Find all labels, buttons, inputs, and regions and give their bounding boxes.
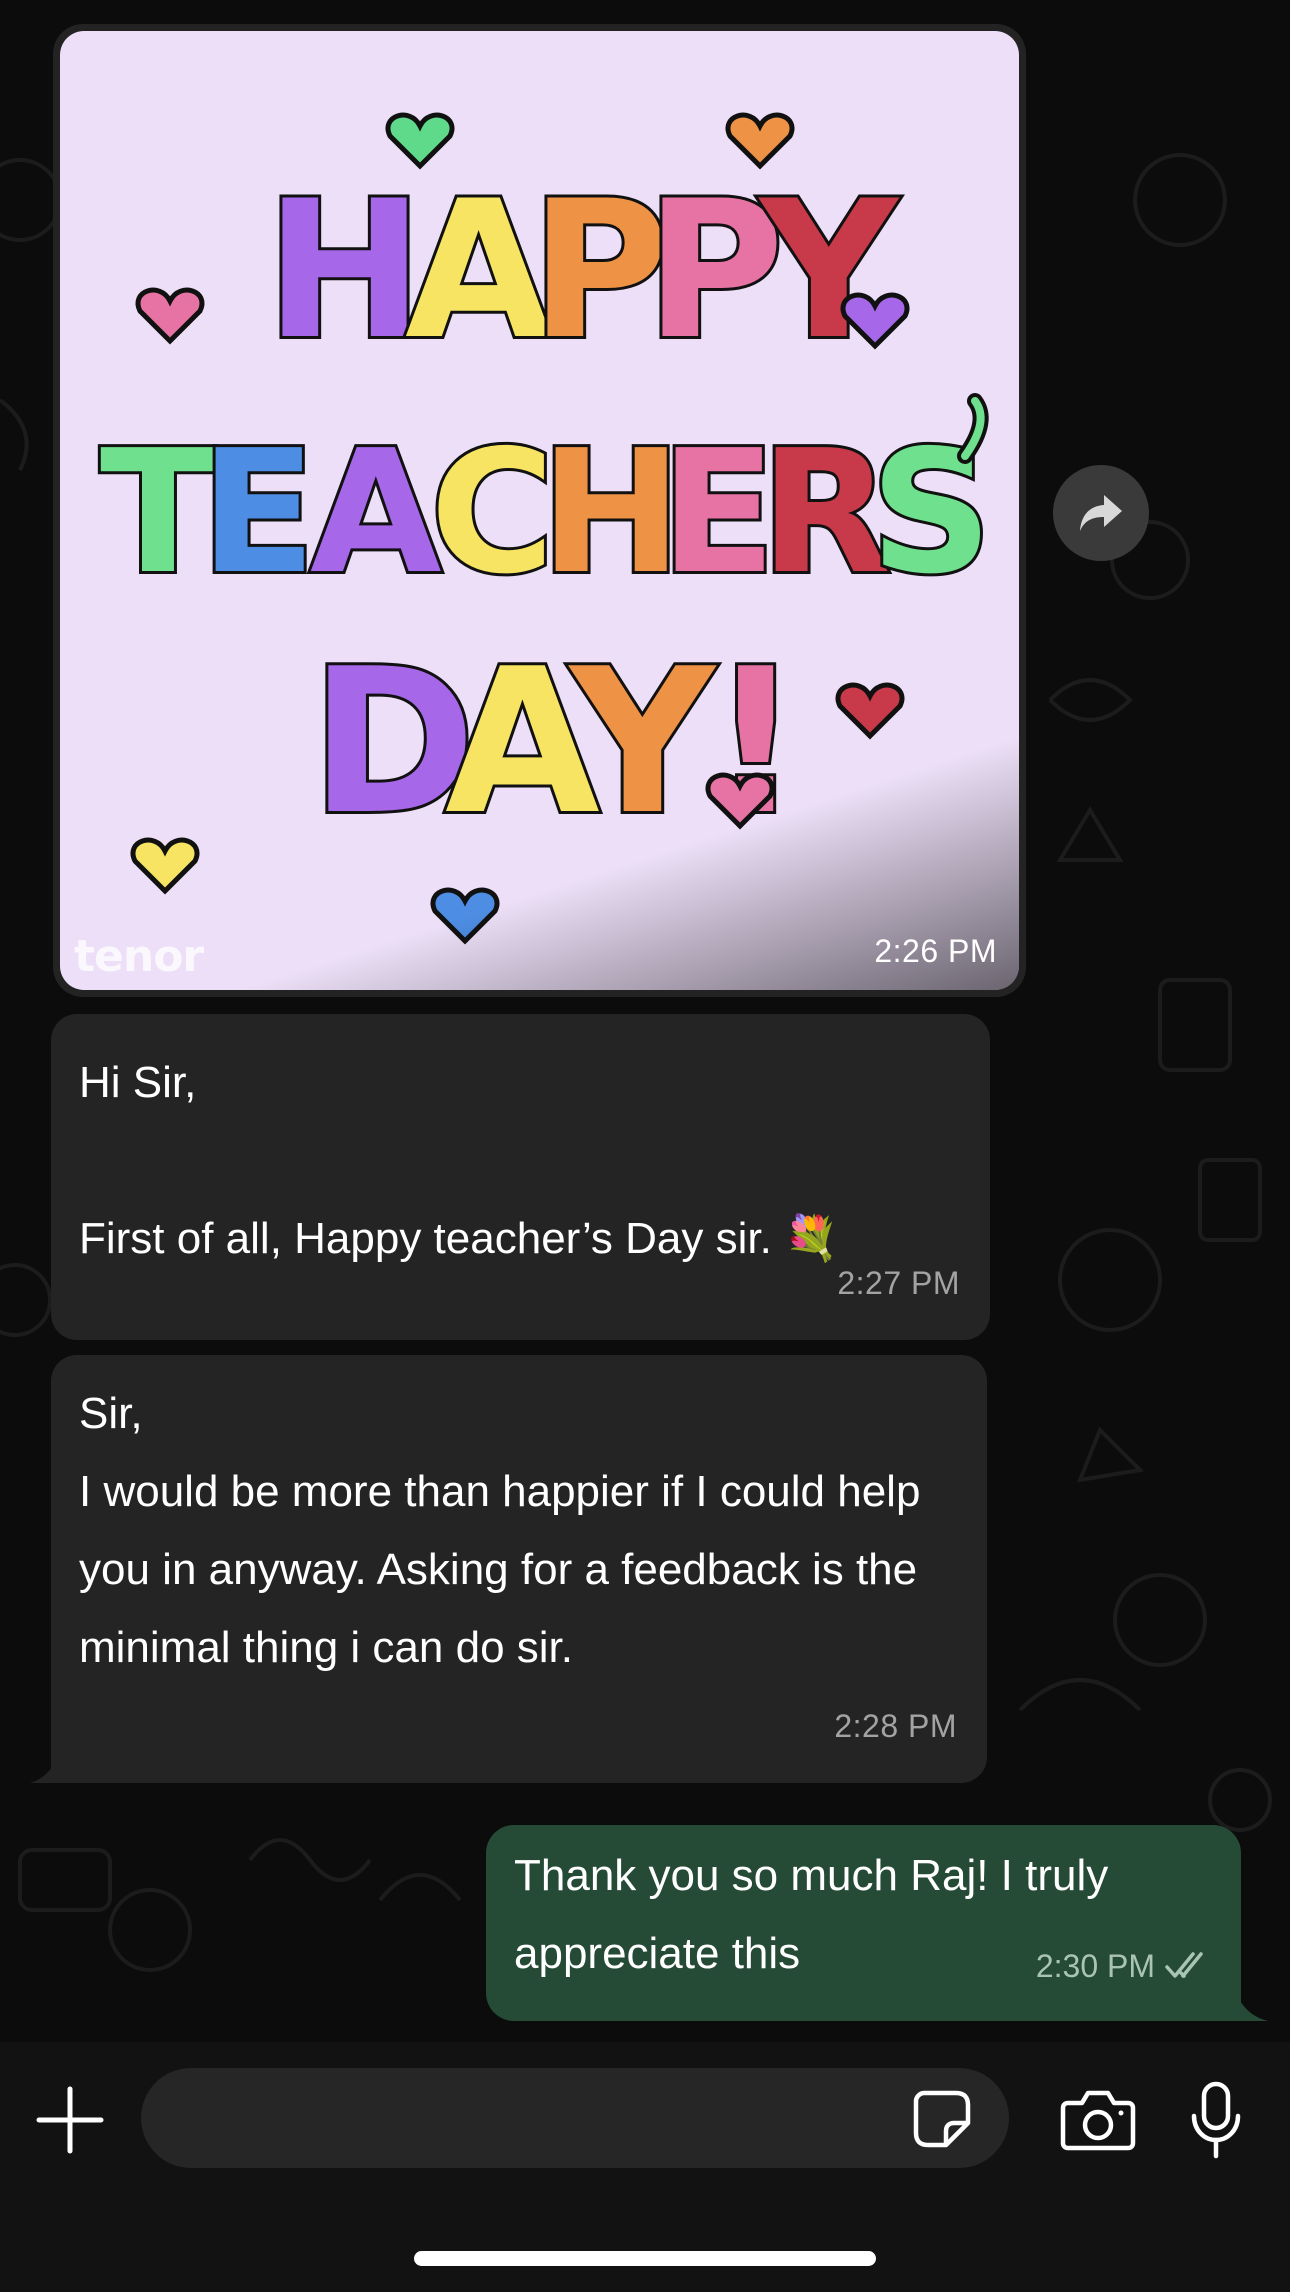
message-timestamp: 2:30 PM: [1035, 1948, 1155, 1984]
message-text: Hi Sir, First of all, Happy teacher’s Da…: [79, 1058, 839, 1263]
gif-image[interactable]: .lt { font-family: "DejaVu Sans", sans-s…: [60, 31, 1019, 990]
message-timestamp: 2:26 PM: [874, 933, 997, 969]
message-meta: 2:30 PM: [1036, 1927, 1213, 2005]
camera-button[interactable]: [1060, 2085, 1136, 2153]
incoming-message-bubble[interactable]: Hi Sir, First of all, Happy teacher’s Da…: [51, 1014, 990, 1340]
bubble-tail: [30, 1755, 60, 1783]
home-indicator[interactable]: [414, 2251, 876, 2266]
bubble-tail: [1236, 1993, 1268, 2021]
tenor-watermark: tenor: [74, 931, 204, 982]
gif-gradient-overlay: [60, 31, 1019, 990]
message-timestamp: 2:28 PM: [834, 1708, 957, 1744]
sticker-button[interactable]: [910, 2087, 974, 2151]
sticker-icon: [913, 2090, 971, 2148]
gif-message-bubble[interactable]: .lt { font-family: "DejaVu Sans", sans-s…: [53, 24, 1026, 997]
microphone-button[interactable]: [1188, 2080, 1244, 2160]
attach-button[interactable]: [35, 2085, 105, 2155]
message-input[interactable]: [141, 2068, 1009, 2168]
plus-icon: [36, 2086, 104, 2154]
forward-button[interactable]: [1053, 465, 1149, 561]
message-timestamp: 2:27 PM: [837, 1265, 960, 1301]
incoming-message-bubble[interactable]: Sir, I would be more than happier if I c…: [51, 1355, 987, 1783]
camera-icon: [1060, 2090, 1136, 2151]
message-text: Sir, I would be more than happier if I c…: [79, 1389, 921, 1672]
microphone-icon: [1191, 2081, 1241, 2159]
double-check-icon: [1165, 1952, 1203, 1978]
forward-icon: [1080, 495, 1122, 531]
outgoing-message-bubble[interactable]: Thank you so much Raj! I truly appreciat…: [486, 1825, 1241, 2021]
